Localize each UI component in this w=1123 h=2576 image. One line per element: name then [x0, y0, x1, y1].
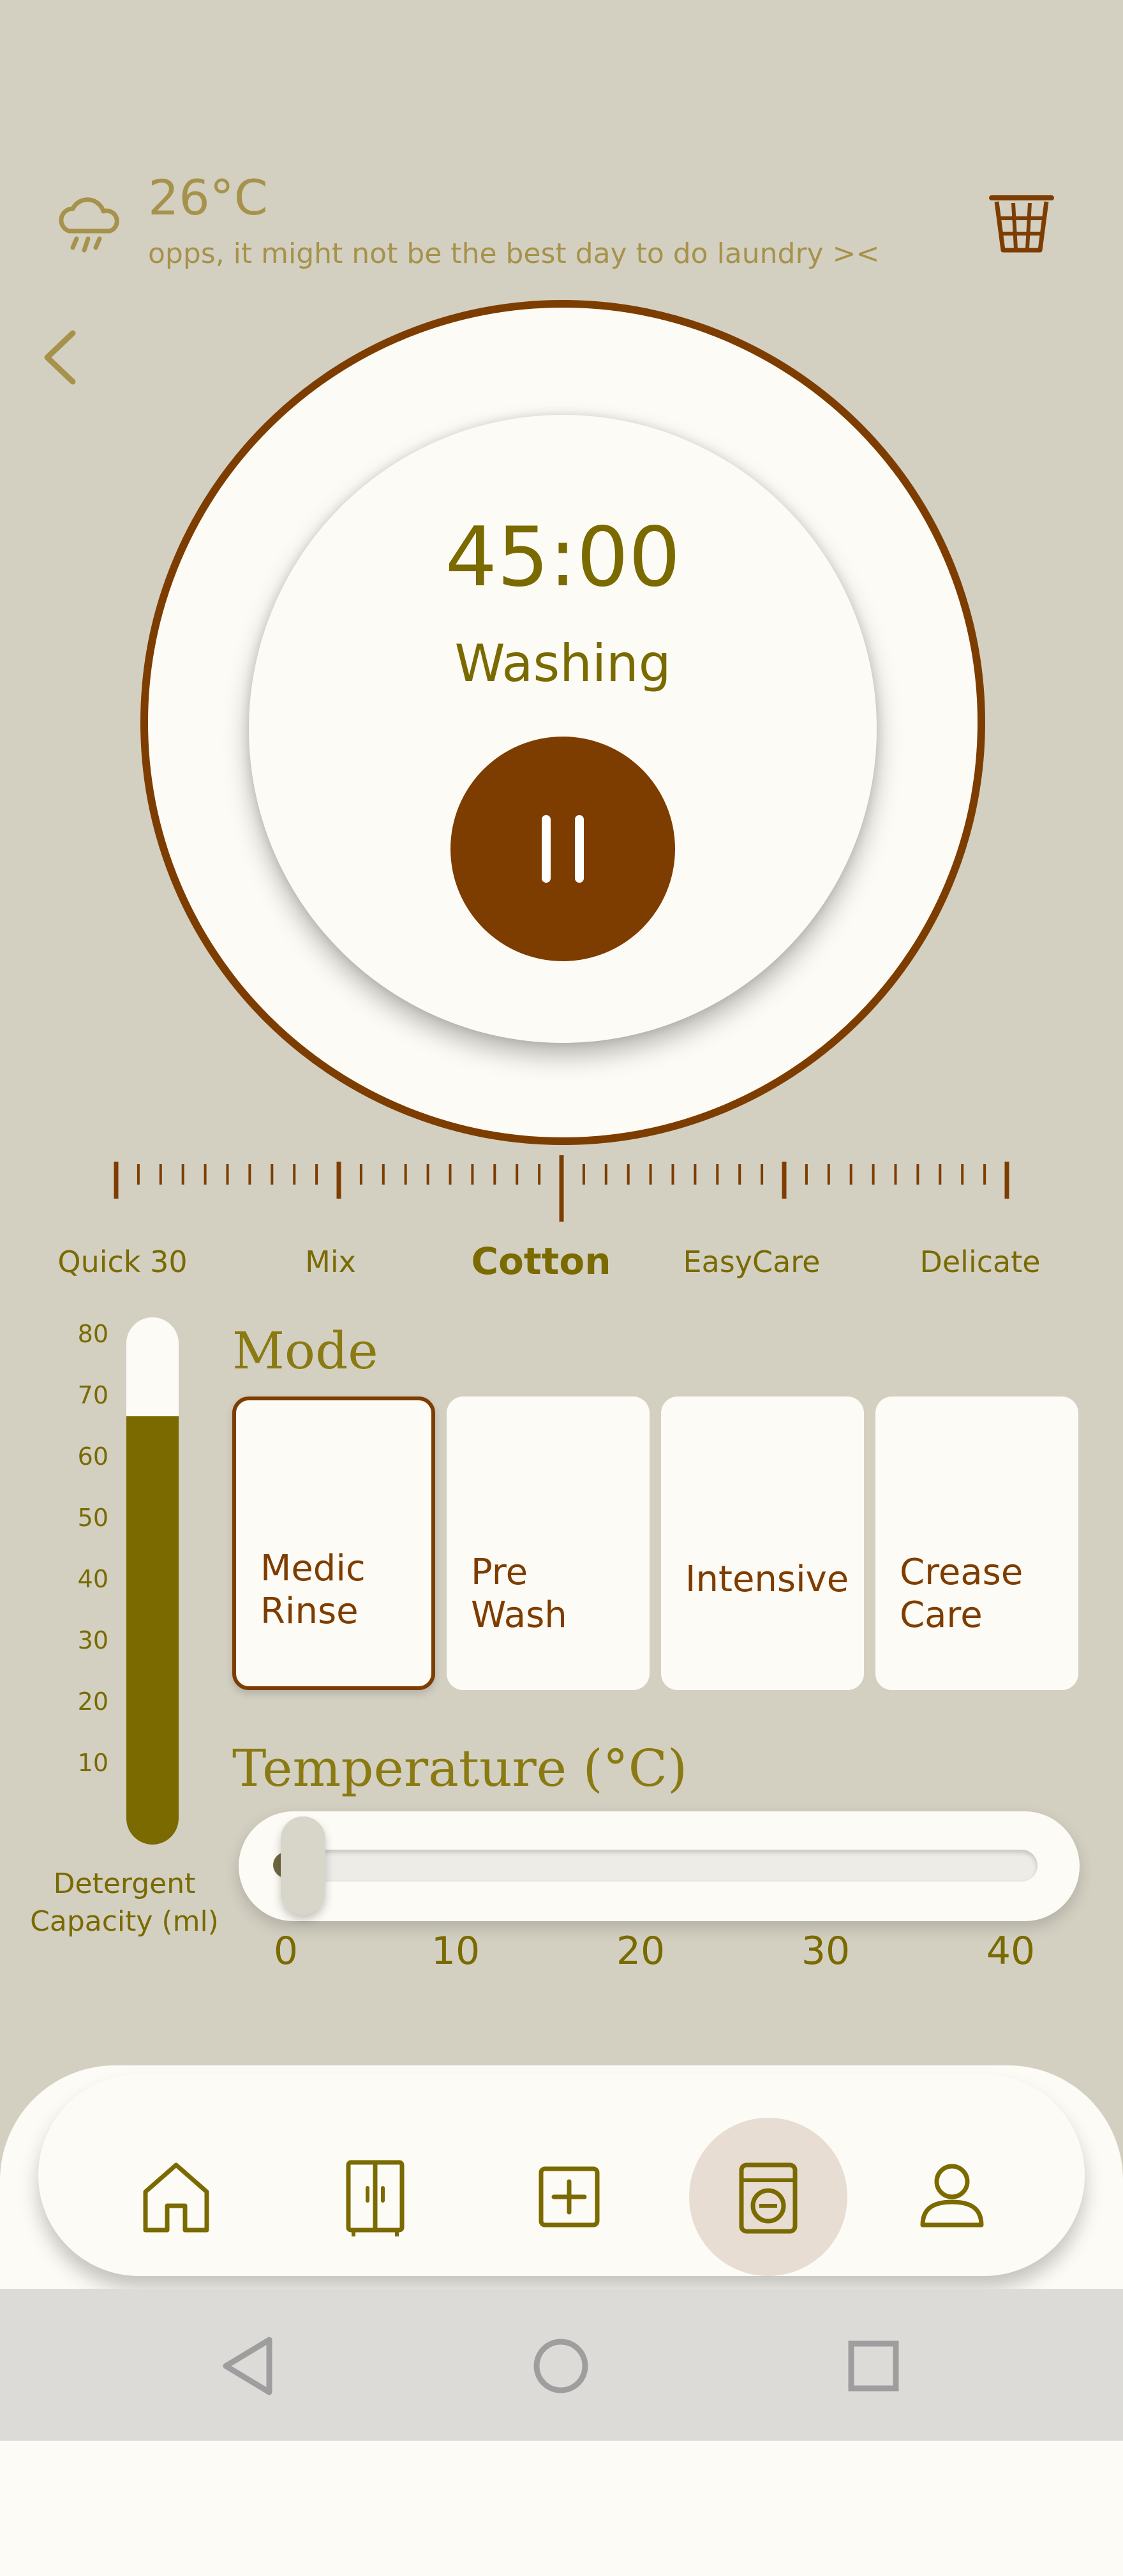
pause-icon	[542, 815, 584, 883]
mode-card-label: Intensive	[685, 1558, 849, 1600]
recents-square-icon[interactable]	[838, 2331, 909, 2401]
back-triangle-icon[interactable]	[214, 2331, 285, 2401]
detergent-scale-label: 70	[77, 1381, 108, 1409]
detergent-scale-label: 50	[77, 1504, 108, 1532]
temperature-tick-label: 0	[273, 1929, 299, 1973]
cloud-rain-icon	[59, 197, 119, 253]
detergent-scale-label: 20	[77, 1688, 108, 1716]
wardrobe-icon[interactable]	[331, 2152, 420, 2242]
cycle-status: Washing	[454, 634, 671, 693]
weather-message: opps, it might not be the best day to do…	[148, 237, 880, 270]
temperature-heading: Temperature (°C)	[232, 1739, 688, 1798]
program-easycare[interactable]: EasyCare	[656, 1245, 847, 1279]
laundry-basket-icon[interactable]	[988, 191, 1055, 255]
detergent-scale-label: 80	[77, 1320, 108, 1348]
home-icon[interactable]	[131, 2152, 221, 2242]
detergent-level-fill	[126, 1416, 179, 1845]
home-circle-icon[interactable]	[526, 2331, 596, 2401]
temperature-tick-label: 30	[801, 1929, 851, 1973]
mode-card-intensive[interactable]: Intensive	[661, 1397, 864, 1690]
temperature-slider-thumb[interactable]	[281, 1816, 325, 1915]
temperature-tick-label: 10	[431, 1929, 480, 1973]
mode-card-label: Medic Rinse	[260, 1547, 366, 1632]
program-selector-ruler[interactable]	[108, 1155, 1015, 1225]
detergent-caption: Detergent Capacity (ml)	[30, 1868, 219, 1938]
washing-machine-icon[interactable]	[724, 2152, 813, 2242]
temperature-slider-track[interactable]	[274, 1850, 1037, 1882]
detergent-scale-label: 30	[77, 1626, 108, 1654]
chevron-left-icon[interactable]	[36, 326, 87, 389]
mode-card-label: Crease Care	[900, 1551, 1023, 1636]
mode-card-crease-care[interactable]: Crease Care	[875, 1397, 1078, 1690]
mode-heading: Mode	[232, 1321, 378, 1381]
detergent-gauge	[126, 1317, 179, 1845]
mode-card-label: Pre Wash	[471, 1551, 567, 1636]
detergent-scale-label: 10	[77, 1749, 108, 1777]
program-quick-30[interactable]: Quick 30	[27, 1245, 218, 1279]
pause-button[interactable]	[450, 737, 675, 961]
detergent-scale-label: 40	[77, 1565, 108, 1593]
program-mix[interactable]: Mix	[235, 1245, 426, 1279]
temperature-tick-label: 20	[616, 1929, 666, 1973]
temperature-tick-label: 40	[986, 1929, 1036, 1973]
program-cotton[interactable]: Cotton	[445, 1239, 637, 1283]
mode-card-pre-wash[interactable]: Pre Wash	[447, 1397, 650, 1690]
detergent-scale-label: 60	[77, 1442, 108, 1471]
add-icon[interactable]	[524, 2152, 614, 2242]
cycle-timer: 45:00	[445, 510, 681, 605]
weather-temperature: 26°C	[148, 169, 268, 226]
profile-icon[interactable]	[907, 2152, 997, 2242]
program-delicate[interactable]: Delicate	[884, 1245, 1076, 1279]
mode-card-medic-rinse[interactable]: Medic Rinse	[232, 1397, 435, 1690]
